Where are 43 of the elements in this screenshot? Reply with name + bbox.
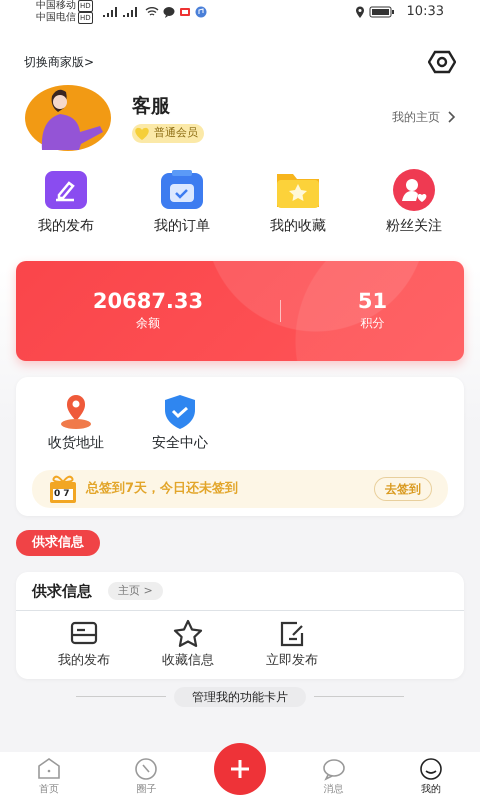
action-label[interactable]: 我的发布 [58, 651, 110, 670]
card-home-link[interactable]: 主页 > [108, 582, 163, 600]
gift-calendar-icon [48, 474, 78, 504]
plus-icon [228, 758, 251, 780]
carrier-name: 中国电信 [36, 13, 76, 23]
checkin-status: 总签到7天，今日还未签到 [86, 480, 240, 498]
manage-cards-button[interactable]: 管理我的功能卡片 [174, 686, 306, 706]
membership-level: 普通会员 [154, 125, 198, 141]
tab-item[interactable]: 我的 [421, 782, 442, 796]
status-time: 10:33 [406, 7, 444, 17]
user-name: 客服 [132, 94, 171, 118]
heart-icon [134, 126, 150, 140]
card-icon[interactable] [69, 619, 99, 647]
location-icon [354, 6, 365, 18]
card-title: 供求信息 [32, 580, 92, 602]
section-tag[interactable]: 供求信息 [16, 530, 100, 556]
message-icon [162, 6, 175, 18]
homepage-link[interactable]: 我的主页 [392, 108, 456, 126]
service-label[interactable]: 安全中心 [152, 433, 208, 454]
wallet-label: 积分 [360, 314, 384, 332]
calendar-digits: 07 [54, 489, 73, 500]
service-label[interactable]: 收货地址 [48, 433, 104, 454]
clipboard-icon[interactable] [158, 168, 206, 212]
star-icon[interactable] [173, 619, 203, 647]
shortcut-label[interactable]: 粉丝关注 [386, 216, 442, 237]
battery-icon [368, 6, 395, 18]
music-icon [194, 6, 207, 18]
chevron-right-icon [448, 111, 456, 123]
shortcut-label[interactable]: 我的订单 [154, 216, 210, 237]
notification-icon [178, 6, 191, 18]
settings-icon[interactable] [428, 50, 456, 74]
action-label[interactable]: 立即发布 [266, 651, 318, 670]
shortcut-label[interactable]: 我的收藏 [270, 216, 326, 237]
pen-icon[interactable] [42, 168, 90, 212]
carrier-name: 中国移动 [36, 1, 76, 11]
wifi-icon [144, 6, 159, 18]
action-label[interactable]: 收藏信息 [162, 651, 214, 670]
tab-item[interactable]: 首页 [38, 782, 59, 796]
tab-item[interactable]: 消息 [324, 782, 344, 796]
wallet-label: 余额 [136, 314, 160, 332]
shortcut-label[interactable]: 我的发布 [38, 216, 94, 237]
tab-item[interactable]: 圈子 [136, 782, 156, 796]
switch-link[interactable]: 切换商家版> [24, 53, 94, 71]
